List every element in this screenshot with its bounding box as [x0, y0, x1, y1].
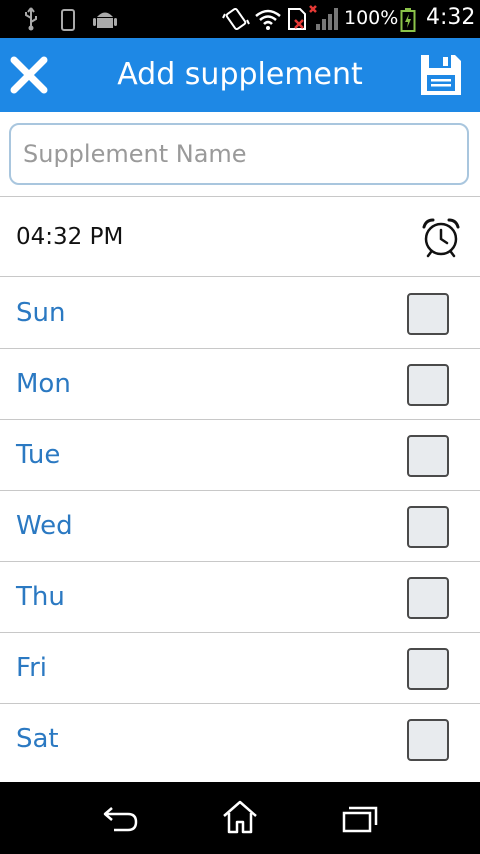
- day-label: Sat: [16, 724, 59, 754]
- day-row-wed[interactable]: Wed: [0, 491, 480, 561]
- day-checkbox-thu[interactable]: [407, 577, 449, 619]
- battery-icon: [400, 8, 416, 32]
- supplement-name-section: [0, 112, 480, 196]
- day-label: Mon: [16, 369, 71, 399]
- android-icon: [93, 12, 117, 28]
- day-checkbox-tue[interactable]: [407, 435, 449, 477]
- recent-apps-icon[interactable]: [340, 804, 380, 836]
- day-row-mon[interactable]: Mon: [0, 349, 480, 419]
- day-row-sun[interactable]: Sun: [0, 278, 480, 348]
- battery-percentage: 100%: [344, 7, 399, 29]
- page-title: Add supplement: [117, 57, 363, 92]
- close-button[interactable]: [6, 52, 52, 98]
- divider: [0, 196, 480, 197]
- app-bar: Add supplement: [0, 38, 480, 112]
- reminder-time: 04:32 PM: [16, 224, 124, 250]
- signal-icon: [309, 5, 338, 30]
- day-checkbox-sun[interactable]: [407, 293, 449, 335]
- vibrate-icon: [222, 7, 250, 31]
- sim-icon: [288, 8, 306, 30]
- day-checkbox-mon[interactable]: [407, 364, 449, 406]
- phone-icon: [61, 9, 75, 31]
- day-checkbox-wed[interactable]: [407, 506, 449, 548]
- day-checkbox-sat[interactable]: [407, 719, 449, 761]
- wifi-icon: [255, 9, 281, 30]
- save-button[interactable]: [417, 51, 465, 99]
- day-label: Tue: [16, 440, 61, 470]
- day-row-tue[interactable]: Tue: [0, 420, 480, 490]
- alarm-clock-icon[interactable]: [420, 216, 462, 258]
- day-label: Wed: [16, 511, 73, 541]
- save-icon: [421, 55, 461, 95]
- home-icon[interactable]: [220, 798, 260, 836]
- status-clock: 4:32: [426, 5, 476, 30]
- back-icon[interactable]: [100, 802, 142, 836]
- day-row-sat[interactable]: Sat: [0, 704, 480, 774]
- usb-icon: [25, 7, 37, 31]
- close-icon: [10, 56, 48, 94]
- day-label: Sun: [16, 298, 66, 328]
- day-label: Fri: [16, 653, 47, 683]
- supplement-name-input[interactable]: [9, 123, 469, 185]
- day-row-thu[interactable]: Thu: [0, 562, 480, 632]
- time-row[interactable]: 04:32 PM: [0, 198, 480, 276]
- day-checkbox-fri[interactable]: [407, 648, 449, 690]
- system-nav-bar: [0, 782, 480, 854]
- status-bar: 100% 4:32: [0, 0, 480, 38]
- divider: [0, 276, 480, 277]
- day-label: Thu: [16, 582, 65, 612]
- day-row-fri[interactable]: Fri: [0, 633, 480, 703]
